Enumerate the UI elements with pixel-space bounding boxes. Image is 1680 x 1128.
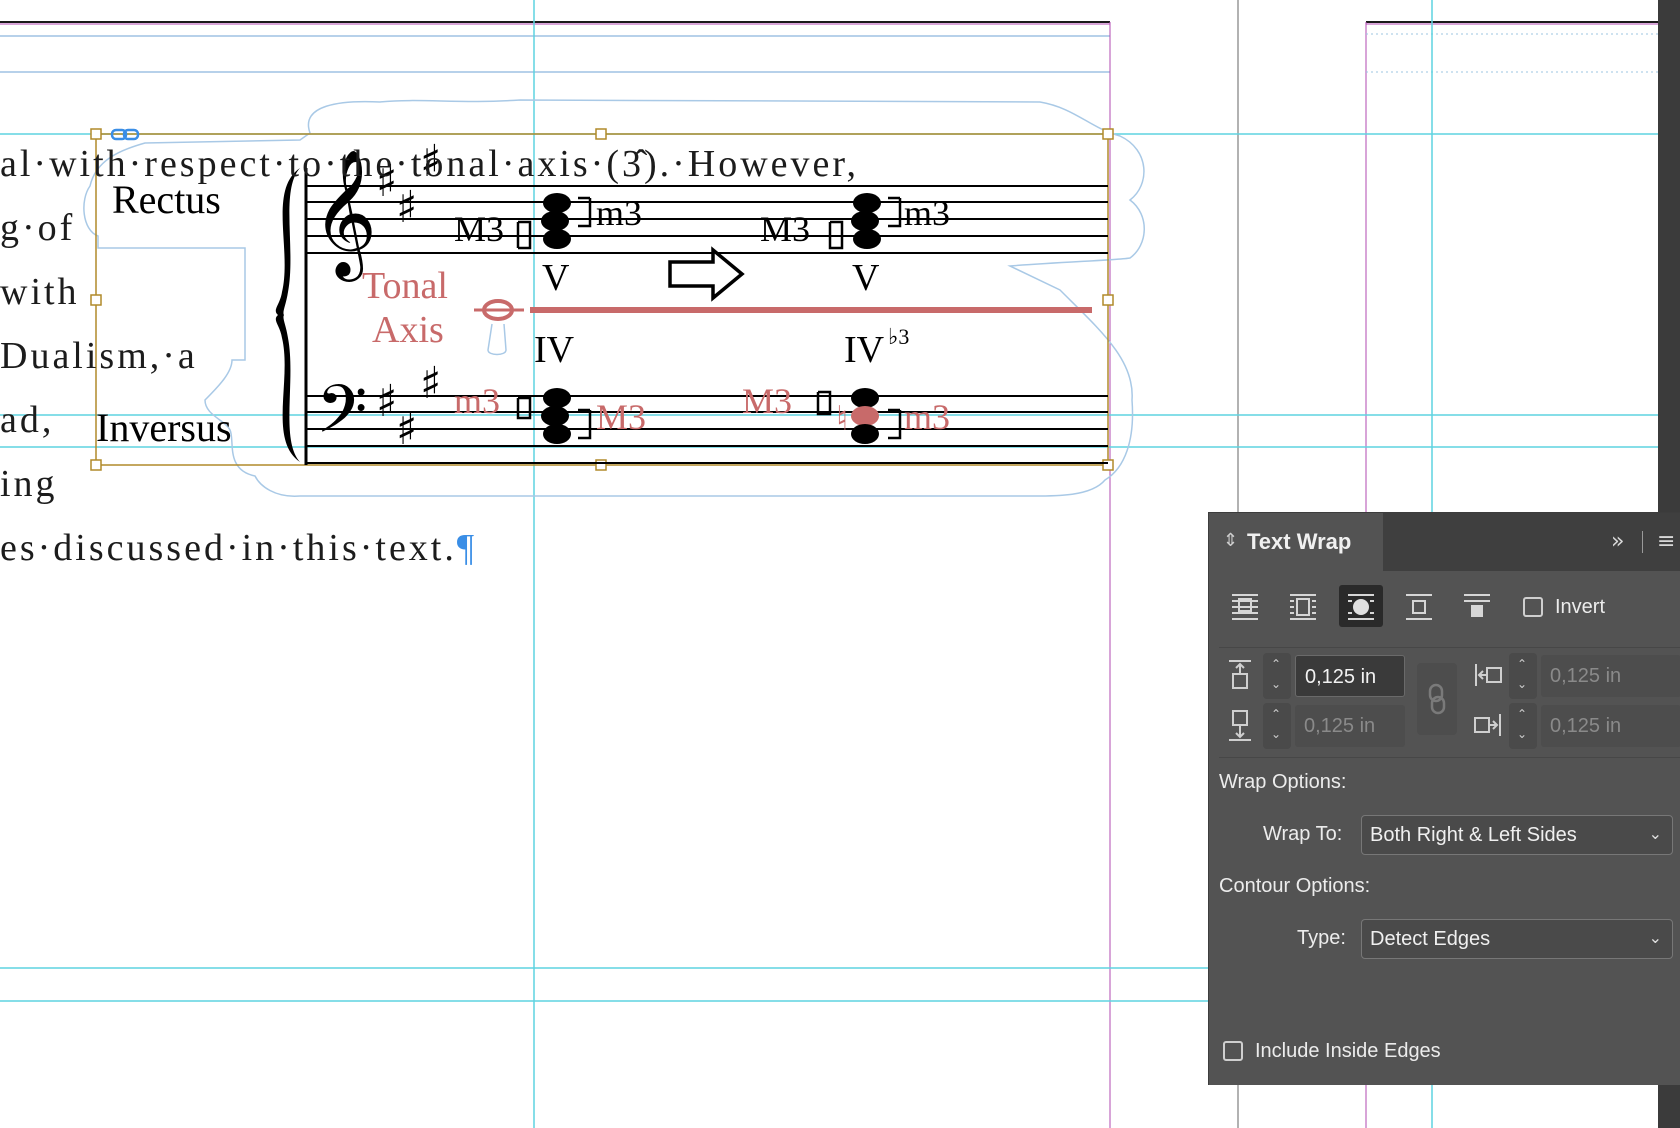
- bass-clef-icon: 𝄢: [316, 371, 367, 464]
- chain-link-icon: [1428, 683, 1446, 715]
- wrap-to-select[interactable]: Both Right & Left Sides ⌄: [1361, 815, 1673, 855]
- roman-numeral: V: [542, 257, 570, 299]
- panel-menu-icon[interactable]: ≡: [1657, 529, 1675, 554]
- top-offset-stepper[interactable]: ⌃ ⌄: [1263, 653, 1291, 699]
- no-text-wrap-button[interactable]: [1223, 585, 1267, 627]
- jump-next-column-icon: [1464, 594, 1490, 617]
- interval-label: M3: [454, 209, 505, 249]
- roman-numeral-superscript: ♭3: [888, 324, 910, 349]
- interval-label: m3: [454, 381, 501, 421]
- divider: [1219, 757, 1680, 758]
- body-text: es·discussed·in·this·text.: [0, 527, 457, 569]
- natural-icon: ♮: [836, 399, 848, 439]
- roman-numeral: IV: [534, 329, 575, 371]
- body-text-line[interactable]: ad,: [0, 398, 54, 442]
- collapse-chevron-icon[interactable]: ⇕: [1223, 530, 1238, 551]
- wrap-object-shape-button[interactable]: [1339, 585, 1383, 627]
- no-wrap-icon: [1232, 594, 1258, 620]
- right-offset-stepper[interactable]: ⌃ ⌄: [1509, 703, 1537, 749]
- roman-numeral: IV: [844, 329, 885, 371]
- interval-label: M3: [760, 209, 811, 249]
- sharp-icon: ♯: [396, 404, 417, 455]
- interval-label: m3: [596, 193, 643, 233]
- wrap-to-value: Both Right & Left Sides: [1370, 824, 1577, 846]
- include-inside-edges-checkbox[interactable]: [1223, 1041, 1243, 1061]
- body-text-line[interactable]: g·of: [0, 206, 75, 250]
- jump-next-column-button[interactable]: [1455, 585, 1499, 627]
- type-label: Type:: [1297, 927, 1346, 949]
- interval-label: m3: [904, 397, 951, 437]
- body-text-line[interactable]: ing: [0, 462, 58, 506]
- left-offset-stepper[interactable]: ⌃ ⌄: [1509, 653, 1537, 699]
- progression-arrow-icon: [668, 246, 745, 302]
- right-offset-field[interactable]: 0,125 in: [1541, 705, 1680, 747]
- text-wrap-tab[interactable]: ⇕ Text Wrap: [1209, 513, 1383, 571]
- pilcrow-icon: ¶: [456, 527, 478, 569]
- bottom-offset-icon: [1229, 710, 1251, 741]
- body-text-line[interactable]: with: [0, 270, 80, 314]
- sharp-icon: ♯: [376, 376, 397, 427]
- sharp-icon: ♯: [396, 182, 417, 233]
- interval-label: M3: [596, 397, 647, 437]
- invert-checkbox[interactable]: [1523, 597, 1543, 617]
- inversus-label: Inversus: [96, 405, 232, 450]
- contour-type-select[interactable]: Detect Edges ⌄: [1361, 919, 1673, 959]
- wrap-options-heading: Wrap Options:: [1219, 771, 1347, 793]
- jump-object-button[interactable]: [1397, 585, 1441, 627]
- jump-object-icon: [1406, 594, 1432, 620]
- body-text-line[interactable]: Dualism,·a: [0, 334, 198, 378]
- tonal-label: Tonal: [362, 265, 448, 307]
- body-text-line-last[interactable]: es·discussed·in·this·text.¶: [0, 526, 477, 570]
- contour-options-heading: Contour Options:: [1219, 875, 1371, 897]
- chevron-down-icon: ⌄: [1648, 928, 1662, 947]
- left-offset-icon: [1475, 664, 1502, 686]
- left-offset-field[interactable]: 0,125 in: [1541, 655, 1680, 697]
- sharp-icon: ♯: [420, 358, 441, 409]
- top-offset-icon: [1229, 660, 1251, 689]
- chevron-down-icon: ⌄: [1648, 824, 1662, 843]
- grand-staff-brace: [275, 168, 300, 462]
- make-all-settings-same-button[interactable]: [1417, 663, 1457, 735]
- include-inside-edges-label: Include Inside Edges: [1255, 1040, 1441, 1062]
- top-offset-field[interactable]: 0,125 in: [1295, 655, 1405, 697]
- right-offset-icon: [1474, 714, 1501, 736]
- invert-label: Invert: [1555, 596, 1606, 618]
- rectus-label: Rectus: [112, 177, 221, 222]
- panel-title: Text Wrap: [1247, 529, 1352, 554]
- collapse-panel-icon[interactable]: »: [1611, 529, 1624, 554]
- axis-label: Axis: [372, 309, 444, 351]
- roman-numeral: V: [852, 257, 880, 299]
- wrap-object-shape-icon: [1348, 594, 1374, 620]
- wrap-bounding-box-button[interactable]: [1281, 585, 1325, 627]
- contour-type-value: Detect Edges: [1370, 928, 1491, 950]
- header-divider: [1642, 531, 1643, 553]
- divider: [1219, 647, 1680, 648]
- wrap-bounding-box-icon: [1290, 594, 1316, 620]
- bottom-offset-stepper[interactable]: ⌃ ⌄: [1263, 703, 1291, 749]
- interval-label: M3: [742, 381, 793, 421]
- text-wrap-panel: ⇕ Text Wrap » ≡ Invert ⌃ ⌄ 0,125 in ⌃ ⌄ 0,…: [1208, 512, 1680, 1085]
- interval-label: m3: [904, 193, 951, 233]
- panel-header: ⇕ Text Wrap » ≡: [1209, 513, 1680, 571]
- bottom-offset-field[interactable]: 0,125 in: [1295, 705, 1405, 747]
- wrap-to-label: Wrap To:: [1263, 823, 1343, 845]
